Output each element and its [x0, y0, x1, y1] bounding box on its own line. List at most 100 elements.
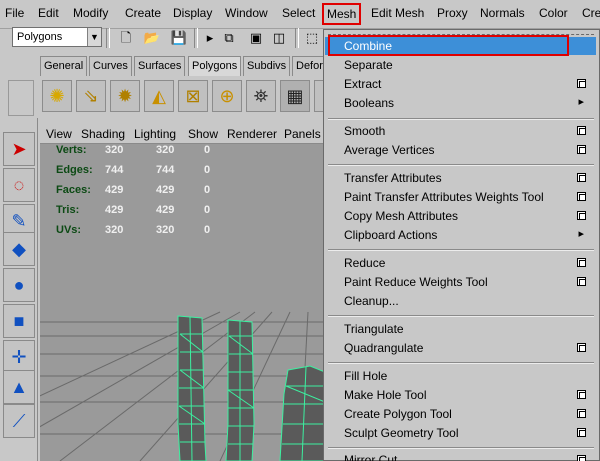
- lasso-tool-icon[interactable]: ◌: [3, 168, 35, 202]
- save-scene-icon[interactable]: 💾: [170, 29, 188, 47]
- point-light-icon[interactable]: ✹: [110, 80, 140, 112]
- menu-edit[interactable]: Edit: [38, 6, 59, 20]
- shelf-tab-surfaces[interactable]: Surfaces: [134, 56, 186, 76]
- menu-separator: [328, 362, 594, 364]
- menu-normals[interactable]: Normals: [480, 6, 525, 20]
- menu-item-extract[interactable]: Extract: [325, 75, 596, 93]
- menu-edit-mesh[interactable]: Edit Mesh: [371, 6, 424, 20]
- hud-tris-selected: 429: [156, 204, 175, 216]
- menu-file[interactable]: File: [5, 6, 24, 20]
- chevron-down-icon[interactable]: ▼: [87, 28, 101, 46]
- hud-verts-label: Verts:: [56, 144, 87, 156]
- camera-icon[interactable]: ⛯: [246, 80, 276, 112]
- status-separator: [106, 28, 110, 48]
- menu-display[interactable]: Display: [173, 6, 212, 20]
- viewport-menu-panels[interactable]: Panels: [284, 127, 321, 141]
- option-box-icon[interactable]: [577, 126, 586, 135]
- shelf-row: ✺ ⇘ ✹ ◭ ⊠ ⊕ ⛯ ▦: [40, 78, 326, 116]
- menu-select[interactable]: Select: [282, 6, 315, 20]
- shelf-tab-deformation[interactable]: Defor: [292, 56, 327, 76]
- menu-item-mirror-cut[interactable]: Mirror Cut: [325, 451, 596, 461]
- mode-selector-value: Polygons: [17, 31, 63, 43]
- option-box-icon[interactable]: [577, 409, 586, 418]
- option-box-icon[interactable]: [577, 428, 586, 437]
- menu-proxy[interactable]: Proxy: [437, 6, 468, 20]
- menu-item-transfer-attributes[interactable]: Transfer Attributes: [325, 169, 596, 187]
- menu-item-paint-reduce-weights-tool[interactable]: Paint Reduce Weights Tool: [325, 273, 596, 291]
- menu-separator: [328, 164, 594, 166]
- option-box-icon[interactable]: [577, 455, 586, 461]
- soft-modification-tool-icon[interactable]: ▲: [3, 370, 35, 404]
- menu-separator: [328, 315, 594, 317]
- option-box-icon[interactable]: [577, 258, 586, 267]
- viewport-menu-view[interactable]: View: [46, 127, 72, 141]
- shelf-tab-general[interactable]: General: [40, 56, 88, 76]
- menu-item-reduce[interactable]: Reduce: [325, 254, 596, 272]
- menu-item-triangulate[interactable]: Triangulate: [325, 320, 596, 338]
- hud-edges-components: 0: [204, 164, 211, 176]
- menu-item-average-vertices[interactable]: Average Vertices: [325, 141, 596, 159]
- menu-item-paint-transfer-attributes-weights-tool[interactable]: Paint Transfer Attributes Weights Tool: [325, 188, 596, 206]
- menu-create[interactable]: Create: [125, 6, 161, 20]
- rotate-tool-icon[interactable]: ●: [3, 268, 35, 302]
- option-box-icon[interactable]: [577, 277, 586, 286]
- universal-manipulator-icon[interactable]: ✛: [3, 340, 35, 374]
- mode-selector[interactable]: Polygons ▼: [12, 27, 102, 47]
- scale-tool-icon[interactable]: ■: [3, 304, 35, 338]
- menu-item-cleanup[interactable]: Cleanup...: [325, 292, 596, 310]
- shelf-tab-curves[interactable]: Curves: [89, 56, 132, 76]
- main-menubar: File Edit Modify Create Display Window S…: [0, 0, 600, 29]
- menu-color[interactable]: Color: [539, 6, 568, 20]
- menu-item-booleans[interactable]: Booleans ▸: [325, 94, 596, 112]
- option-box-icon[interactable]: [577, 343, 586, 352]
- move-tool-icon[interactable]: ◆: [3, 232, 35, 266]
- option-box-icon[interactable]: [577, 145, 586, 154]
- menu-item-clipboard-actions[interactable]: Clipboard Actions ▸: [325, 226, 596, 244]
- menu-item-make-hole-tool[interactable]: Make Hole Tool: [325, 386, 596, 404]
- viewport-menu-shading[interactable]: Shading: [81, 127, 125, 141]
- viewport-menu-lighting[interactable]: Lighting: [134, 127, 176, 141]
- menu-item-sculpt-geometry-tool[interactable]: Sculpt Geometry Tool: [325, 424, 596, 442]
- show-manipulator-icon[interactable]: ⟋: [3, 404, 35, 438]
- viewport-menu-renderer[interactable]: Renderer: [227, 127, 277, 141]
- menu-item-copy-mesh-attributes[interactable]: Copy Mesh Attributes: [325, 207, 596, 225]
- select-tool-icon[interactable]: ➤: [3, 132, 35, 166]
- hypershade-icon[interactable]: ▦: [280, 80, 310, 112]
- volume-light-icon[interactable]: ⊕: [212, 80, 242, 112]
- select-by-component-icon[interactable]: ◫: [270, 29, 288, 47]
- menu-item-separate[interactable]: Separate: [325, 56, 596, 74]
- hud-edges-label: Edges:: [56, 164, 93, 176]
- hud-uvs-label: UVs:: [56, 224, 82, 236]
- option-box-icon[interactable]: [577, 192, 586, 201]
- select-by-object-type-icon[interactable]: ▣: [247, 29, 265, 47]
- menu-mesh[interactable]: Mesh: [322, 3, 362, 25]
- open-scene-icon[interactable]: 📂: [143, 29, 161, 47]
- viewport-panel[interactable]: View Shading Lighting Show Renderer Pane…: [40, 124, 330, 461]
- submenu-arrow-icon: ▸: [578, 96, 584, 108]
- hud-uvs-value: 320: [105, 224, 124, 236]
- status-arrow-icon[interactable]: ▸: [201, 29, 219, 47]
- hud-faces-components: 0: [204, 184, 211, 196]
- option-box-icon[interactable]: [577, 211, 586, 220]
- shelf-menu-button[interactable]: [8, 80, 34, 116]
- viewport-menu-show[interactable]: Show: [188, 127, 218, 141]
- selection-mask-icon[interactable]: ⬚: [303, 29, 321, 47]
- menu-modify[interactable]: Modify: [73, 6, 108, 20]
- new-scene-icon[interactable]: 🗋: [117, 29, 135, 47]
- shelf-tab-polygons[interactable]: Polygons: [188, 56, 242, 76]
- directional-light-icon[interactable]: ⇘: [76, 80, 106, 112]
- menu-item-create-polygon-tool[interactable]: Create Polygon Tool: [325, 405, 596, 423]
- option-box-icon[interactable]: [577, 173, 586, 182]
- select-by-hierarchy-icon[interactable]: ⧉: [220, 29, 238, 47]
- menu-window[interactable]: Window: [225, 6, 268, 20]
- ambient-light-icon[interactable]: ✺: [42, 80, 72, 112]
- option-box-icon[interactable]: [577, 390, 586, 399]
- menu-item-fill-hole[interactable]: Fill Hole: [325, 367, 596, 385]
- menu-item-quadrangulate[interactable]: Quadrangulate: [325, 339, 596, 357]
- option-box-icon[interactable]: [577, 79, 586, 88]
- menu-item-smooth[interactable]: Smooth: [325, 122, 596, 140]
- shelf-tab-subdivs[interactable]: Subdivs: [243, 56, 291, 76]
- menu-create-deformers[interactable]: Cre: [582, 6, 600, 20]
- spot-light-icon[interactable]: ◭: [144, 80, 174, 112]
- area-light-icon[interactable]: ⊠: [178, 80, 208, 112]
